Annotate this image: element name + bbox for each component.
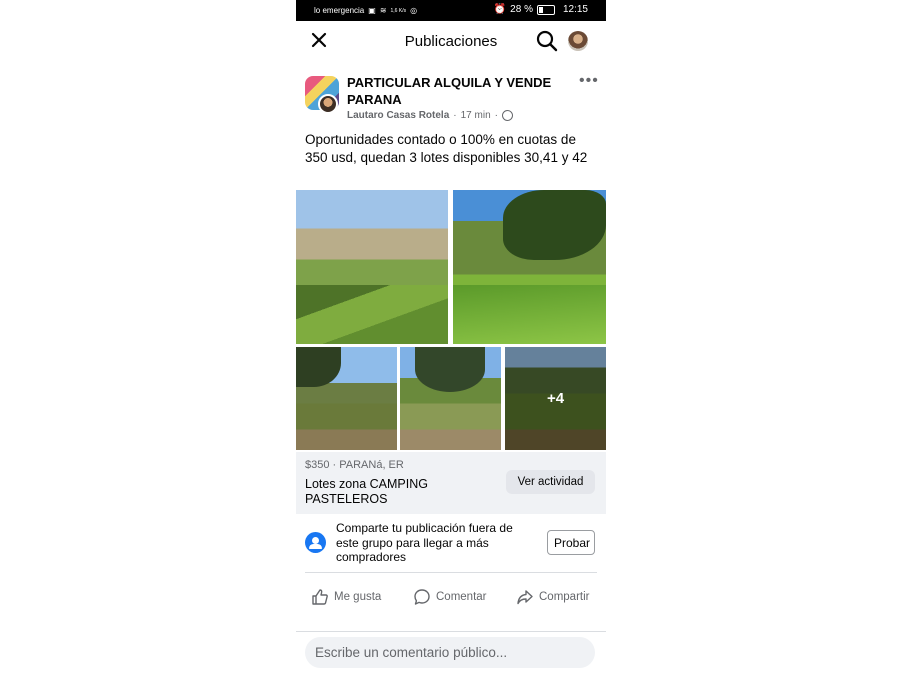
post-photo-5[interactable]: +4 xyxy=(505,347,606,450)
comment-placeholder: Escribe un comentario público... xyxy=(315,645,508,660)
status-right: ⏰ 28 % 12:15 xyxy=(494,4,588,15)
app-bar: Publicaciones xyxy=(296,21,606,61)
phone-screen: lo emergencia ▣ ≋ 1,6 K/s ◎ ⏰ 28 % 12:15… xyxy=(296,0,606,675)
alarm-icon: ⏰ xyxy=(493,4,507,15)
post-meta: Lautaro Casas Rotela · 17 min · xyxy=(347,110,513,121)
meta-separator-2: · xyxy=(494,110,498,121)
post-time[interactable]: 17 min xyxy=(461,110,491,121)
comment-icon xyxy=(414,589,430,605)
thumbs-up-icon xyxy=(312,589,328,605)
sync-icon: ◎ xyxy=(410,6,418,15)
comment-label: Comentar xyxy=(436,591,487,603)
clock: 12:15 xyxy=(562,4,588,15)
comment-button[interactable]: Comentar xyxy=(413,588,487,606)
post-photo-2[interactable] xyxy=(453,190,606,344)
battery-percent: 28 % xyxy=(510,4,533,15)
listing-price-location: $350 · PARANá, ER xyxy=(305,459,404,471)
profile-avatar[interactable] xyxy=(568,31,588,51)
status-bar: lo emergencia ▣ ≋ 1,6 K/s ◎ ⏰ 28 % 12:15 xyxy=(296,0,606,21)
view-activity-button[interactable]: Ver actividad xyxy=(506,470,595,494)
network-speed: 1,6 K/s xyxy=(390,7,407,14)
share-label: Compartir xyxy=(539,591,590,603)
post-photo-1[interactable] xyxy=(296,190,448,344)
post-photo-4[interactable] xyxy=(400,347,501,450)
author-avatar[interactable] xyxy=(318,94,338,114)
author-name[interactable]: Lautaro Casas Rotela xyxy=(347,110,449,121)
globe-icon xyxy=(501,110,513,121)
listing-card: $350 · PARANá, ER Lotes zona CAMPING PAS… xyxy=(296,452,606,514)
comment-input-field[interactable]: Escribe un comentario público... xyxy=(305,637,595,668)
notification-icon: ▣ xyxy=(368,6,376,15)
try-button[interactable]: Probar xyxy=(547,530,595,555)
like-button[interactable]: Me gusta xyxy=(311,588,381,606)
share-prompt-text: Comparte tu publicación fuera de este gr… xyxy=(336,521,513,564)
listing-title: Lotes zona CAMPING PASTELEROS xyxy=(305,477,428,506)
share-icon xyxy=(517,590,533,605)
like-label: Me gusta xyxy=(334,591,382,603)
share-prompt: Comparte tu publicación fuera de este gr… xyxy=(296,516,606,572)
page-title: Publicaciones xyxy=(404,33,498,50)
more-options-icon[interactable]: ••• xyxy=(579,73,599,89)
more-photos-count: +4 xyxy=(546,390,565,407)
battery-icon xyxy=(536,4,555,15)
share-button[interactable]: Compartir xyxy=(516,588,589,606)
group-name[interactable]: PARTICULAR ALQUILA Y VENDE PARANA xyxy=(347,74,567,108)
group-share-icon xyxy=(305,532,326,553)
status-left: lo emergencia ▣ ≋ 1,6 K/s ◎ xyxy=(314,6,417,15)
search-icon[interactable] xyxy=(535,29,559,53)
divider xyxy=(296,631,606,632)
carrier-text: lo emergencia xyxy=(314,6,365,15)
divider xyxy=(305,572,597,573)
post-actions: Me gusta Comentar Compartir xyxy=(296,580,606,616)
post-text: Oportunidades contado o 100% en cuotas d… xyxy=(305,132,588,165)
post-photo-3[interactable] xyxy=(296,347,397,450)
wifi-icon: ≋ xyxy=(379,6,387,15)
meta-separator: · xyxy=(453,110,457,121)
post-header: PARTICULAR ALQUILA Y VENDE PARANA Lautar… xyxy=(296,70,606,130)
